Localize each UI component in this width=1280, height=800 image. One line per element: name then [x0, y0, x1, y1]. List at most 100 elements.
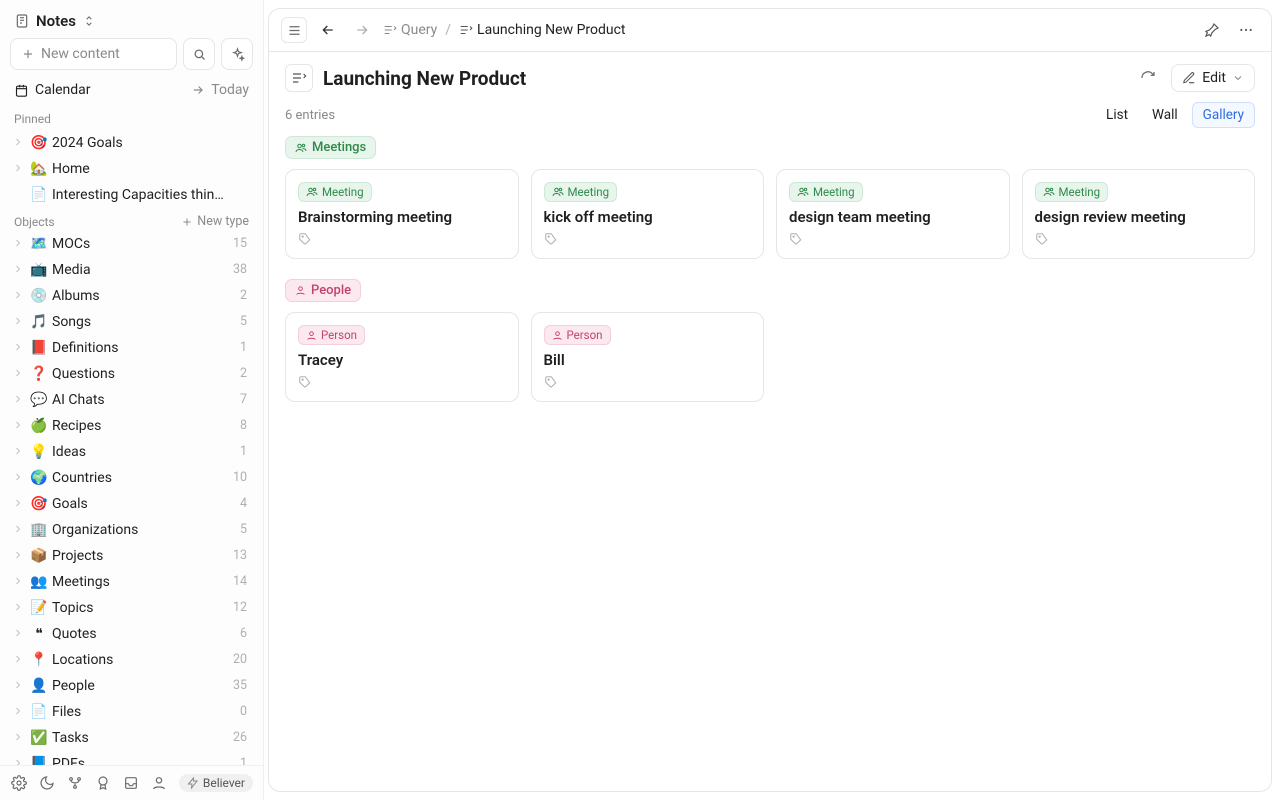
- chevron-right-icon[interactable]: [12, 757, 26, 765]
- chevron-right-icon[interactable]: [12, 289, 26, 303]
- chevron-right-icon[interactable]: [12, 419, 26, 433]
- plan-badge[interactable]: Believer: [179, 774, 253, 792]
- object-type-item[interactable]: 📝Topics12: [8, 595, 255, 621]
- group-chip[interactable]: Meetings: [285, 136, 376, 159]
- item-count: 14: [233, 572, 251, 592]
- calendar-link[interactable]: Calendar: [14, 82, 91, 98]
- chevron-right-icon[interactable]: [12, 136, 26, 150]
- object-type-item[interactable]: 💿Albums2: [8, 283, 255, 309]
- object-type-item[interactable]: 🎵Songs5: [8, 309, 255, 335]
- group-chip[interactable]: People: [285, 279, 361, 302]
- dark-mode-icon[interactable]: [38, 774, 56, 792]
- chevron-right-icon[interactable]: [12, 731, 26, 745]
- chevron-right-icon[interactable]: [12, 523, 26, 537]
- object-type-item[interactable]: ❓Questions2: [8, 361, 255, 387]
- more-button[interactable]: [1233, 17, 1259, 43]
- settings-icon[interactable]: [10, 774, 28, 792]
- object-type-item[interactable]: 📺Media38: [8, 257, 255, 283]
- pinned-item[interactable]: 🎯2024 Goals: [8, 130, 255, 156]
- tag-icon[interactable]: [544, 375, 752, 389]
- refresh-button[interactable]: [1135, 65, 1161, 91]
- type-chip: Meeting: [544, 182, 618, 202]
- account-icon[interactable]: [150, 774, 168, 792]
- chevron-right-icon[interactable]: [12, 575, 26, 589]
- workspace-title[interactable]: Notes: [36, 12, 76, 30]
- chevron-right-icon[interactable]: [12, 341, 26, 355]
- entry-card[interactable]: MeetingBrainstorming meeting: [285, 169, 519, 259]
- object-type-item[interactable]: 📦Projects13: [8, 543, 255, 569]
- entry-card[interactable]: Meetingdesign team meeting: [776, 169, 1010, 259]
- chevron-right-icon[interactable]: [12, 679, 26, 693]
- object-type-item[interactable]: 📍Locations20: [8, 647, 255, 673]
- chevron-right-icon[interactable]: [12, 471, 26, 485]
- nav-forward-button[interactable]: [349, 17, 375, 43]
- view-tab-gallery[interactable]: Gallery: [1192, 102, 1255, 128]
- tag-icon[interactable]: [789, 232, 997, 246]
- entry-card[interactable]: Meetingdesign review meeting: [1022, 169, 1256, 259]
- object-type-item[interactable]: 🍏Recipes8: [8, 413, 255, 439]
- pinned-item[interactable]: 🏡Home: [8, 156, 255, 182]
- object-type-item[interactable]: 💡Ideas1: [8, 439, 255, 465]
- object-type-item[interactable]: ✅Tasks26: [8, 725, 255, 751]
- object-type-item[interactable]: 📘PDFs1: [8, 751, 255, 765]
- object-type-item[interactable]: 👥Meetings14: [8, 569, 255, 595]
- pinned-item[interactable]: 📄Interesting Capacities thin…: [8, 182, 255, 208]
- entry-card[interactable]: PersonBill: [531, 312, 765, 402]
- item-count: 38: [233, 260, 251, 280]
- chevron-right-icon[interactable]: [12, 705, 26, 719]
- ai-sparkle-button[interactable]: [221, 38, 253, 70]
- branch-icon[interactable]: [66, 774, 84, 792]
- pin-button[interactable]: [1199, 17, 1225, 43]
- breadcrumb-separator: /: [445, 22, 451, 38]
- chevron-right-icon[interactable]: [12, 367, 26, 381]
- chevron-right-icon[interactable]: [12, 549, 26, 563]
- object-type-item[interactable]: 💬AI Chats7: [8, 387, 255, 413]
- entry-card[interactable]: PersonTracey: [285, 312, 519, 402]
- view-tab-list[interactable]: List: [1096, 103, 1138, 127]
- item-emoji: 👥: [30, 572, 48, 592]
- new-type-button[interactable]: New type: [181, 214, 249, 229]
- object-type-item[interactable]: 👤People35: [8, 673, 255, 699]
- chevron-right-icon[interactable]: [12, 445, 26, 459]
- tag-icon[interactable]: [1035, 232, 1243, 246]
- item-emoji: 📕: [30, 338, 48, 358]
- item-label: Home: [52, 159, 251, 179]
- object-type-item[interactable]: 📄Files0: [8, 699, 255, 725]
- star-badge-icon[interactable]: [94, 774, 112, 792]
- chevron-right-icon[interactable]: [12, 263, 26, 277]
- page-type-icon[interactable]: [285, 64, 313, 92]
- object-type-item[interactable]: 🏢Organizations5: [8, 517, 255, 543]
- breadcrumb-current[interactable]: Launching New Product: [459, 22, 625, 38]
- object-type-item[interactable]: 🎯Goals4: [8, 491, 255, 517]
- toggle-sidebar-button[interactable]: [281, 17, 307, 43]
- today-link[interactable]: Today: [191, 82, 249, 98]
- card-title: design team meeting: [789, 208, 997, 226]
- tag-icon[interactable]: [298, 375, 506, 389]
- view-tab-wall[interactable]: Wall: [1142, 103, 1188, 127]
- object-type-item[interactable]: 🌍Countries10: [8, 465, 255, 491]
- breadcrumb-query[interactable]: Query: [383, 22, 437, 38]
- nav-back-button[interactable]: [315, 17, 341, 43]
- chevron-right-icon[interactable]: [12, 497, 26, 511]
- inbox-icon[interactable]: [122, 774, 140, 792]
- chevron-right-icon[interactable]: [12, 315, 26, 329]
- search-button[interactable]: [183, 38, 215, 70]
- object-type-item[interactable]: 📕Definitions1: [8, 335, 255, 361]
- edit-button[interactable]: Edit: [1171, 64, 1255, 92]
- object-type-item[interactable]: 🗺️MOCs15: [8, 231, 255, 257]
- item-emoji: 💿: [30, 286, 48, 306]
- chevron-right-icon[interactable]: [12, 393, 26, 407]
- chevron-right-icon[interactable]: [12, 601, 26, 615]
- object-type-item[interactable]: ❝Quotes6: [8, 621, 255, 647]
- chevron-right-icon[interactable]: [12, 627, 26, 641]
- new-content-button[interactable]: New content: [10, 38, 177, 70]
- entry-card[interactable]: Meetingkick off meeting: [531, 169, 765, 259]
- type-chip-label: Person: [567, 328, 603, 342]
- tag-icon[interactable]: [298, 232, 506, 246]
- tag-icon[interactable]: [544, 232, 752, 246]
- item-emoji: 🏢: [30, 520, 48, 540]
- chevron-right-icon[interactable]: [12, 237, 26, 251]
- chevron-right-icon[interactable]: [12, 653, 26, 667]
- chevron-right-icon[interactable]: [12, 162, 26, 176]
- collapse-selector-icon[interactable]: [82, 14, 96, 28]
